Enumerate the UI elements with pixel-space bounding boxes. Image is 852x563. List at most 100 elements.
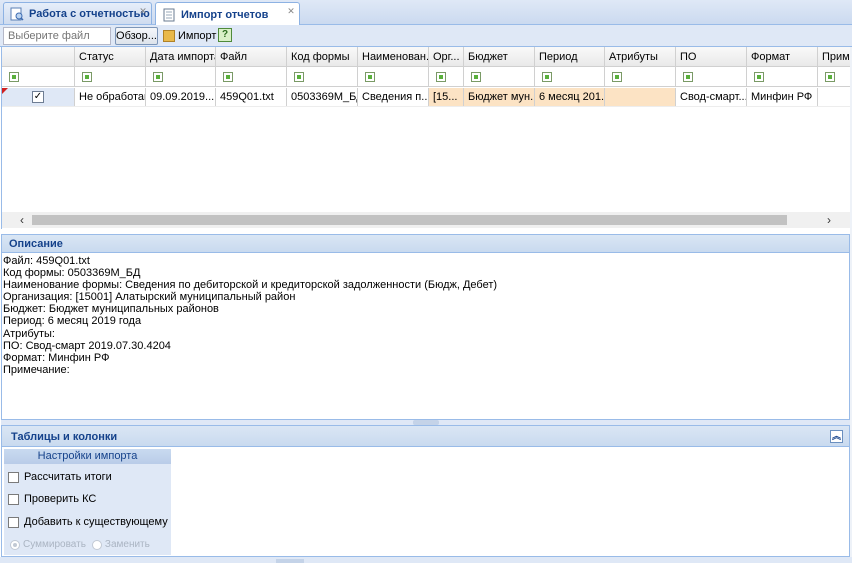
row-select-cell[interactable]: ✓ bbox=[2, 88, 75, 106]
filter-checkbox[interactable] bbox=[223, 72, 233, 82]
filter-checkbox[interactable] bbox=[294, 72, 304, 82]
filter-checkbox[interactable] bbox=[754, 72, 764, 82]
help-icon[interactable]: ? bbox=[218, 28, 232, 42]
filter-row bbox=[2, 67, 851, 87]
bottom-splitter[interactable] bbox=[0, 557, 852, 563]
cell-period[interactable]: 6 месяц 201... bbox=[535, 88, 605, 106]
cell-import-date: 09.09.2019... bbox=[146, 88, 216, 106]
description-header: Описание bbox=[1, 234, 850, 253]
cell-budget[interactable]: Бюджет мун... bbox=[464, 88, 535, 106]
filter-cell bbox=[2, 67, 75, 86]
filter-checkbox[interactable] bbox=[683, 72, 693, 82]
column-header-period[interactable]: Период bbox=[535, 47, 605, 66]
filter-cell bbox=[818, 67, 851, 86]
tab-import-reports[interactable]: Импорт отчетов ✕ bbox=[155, 2, 300, 26]
column-header-format[interactable]: Формат bbox=[747, 47, 818, 66]
cell-format: Минфин РФ bbox=[747, 88, 818, 106]
cell-software: Свод-смарт... bbox=[676, 88, 747, 106]
column-header-import-date[interactable]: Дата импорта bbox=[146, 47, 216, 66]
description-line-form-name: Наименование формы: Сведения по дебиторс… bbox=[3, 279, 498, 292]
reports-grid: Статус Дата импорта Файл Код формы Наиме… bbox=[1, 47, 851, 229]
table-row[interactable]: ✓ Не обработан 09.09.2019... 459Q01.txt … bbox=[2, 88, 851, 107]
browse-button[interactable]: Обзор... bbox=[115, 27, 158, 45]
collapse-icon[interactable]: ︽ bbox=[830, 430, 843, 443]
cell-note bbox=[818, 88, 851, 106]
tab-import-reports-label: Импорт отчетов bbox=[181, 8, 269, 21]
filter-checkbox[interactable] bbox=[825, 72, 835, 82]
import-settings: Настройки импорта Рассчитать итоги Прове… bbox=[4, 449, 171, 555]
scroll-right-icon[interactable]: › bbox=[821, 212, 837, 228]
import-button[interactable]: Импорт bbox=[163, 27, 216, 45]
filter-checkbox[interactable] bbox=[82, 72, 92, 82]
document-icon bbox=[162, 8, 176, 22]
scroll-left-icon[interactable]: ‹ bbox=[14, 212, 30, 228]
description-line-period: Период: 6 месяц 2019 года bbox=[3, 315, 142, 328]
filter-cell bbox=[216, 67, 287, 86]
filter-checkbox[interactable] bbox=[365, 72, 375, 82]
tables-columns-header[interactable]: Таблицы и колонки ︽ bbox=[1, 425, 850, 447]
cell-attributes[interactable] bbox=[605, 88, 676, 106]
tab-reporting-label: Работа с отчетностью bbox=[29, 7, 150, 20]
filter-cell bbox=[464, 67, 535, 86]
filter-cell bbox=[429, 67, 464, 86]
row-checkbox[interactable]: ✓ bbox=[32, 91, 44, 103]
import-settings-title: Настройки импорта bbox=[4, 449, 171, 464]
option-add-existing[interactable]: Добавить к существующему bbox=[8, 515, 168, 529]
cell-org[interactable]: [15... bbox=[429, 88, 464, 106]
filter-checkbox[interactable] bbox=[542, 72, 552, 82]
radio-sum[interactable] bbox=[10, 539, 20, 550]
filter-cell bbox=[287, 67, 358, 86]
filter-checkbox[interactable] bbox=[436, 72, 446, 82]
filter-checkbox[interactable] bbox=[153, 72, 163, 82]
column-header-org[interactable]: Орг... bbox=[429, 47, 464, 66]
column-header-status[interactable]: Статус bbox=[75, 47, 146, 66]
column-header-note[interactable]: Приме bbox=[818, 47, 851, 66]
cell-file: 459Q01.txt bbox=[216, 88, 287, 106]
modified-marker bbox=[2, 88, 8, 94]
tab-strip: Работа с отчетностью ✕ Импорт отчетов ✕ bbox=[0, 0, 852, 26]
description-line-file: Файл: 459Q01.txt bbox=[3, 255, 90, 267]
filter-checkbox[interactable] bbox=[471, 72, 481, 82]
option-label: Рассчитать итоги bbox=[24, 471, 112, 483]
tab-reporting[interactable]: Работа с отчетностью ✕ bbox=[3, 2, 152, 24]
toolbar: Обзор... Импорт ? bbox=[0, 25, 852, 47]
option-calc-totals[interactable]: Рассчитать итоги bbox=[8, 470, 112, 484]
column-header-software[interactable]: ПО bbox=[676, 47, 747, 66]
description-line-software: ПО: Свод-смарт 2019.07.30.4204 bbox=[3, 339, 171, 352]
description-line-form-code: Код формы: 0503369М_БД bbox=[3, 267, 141, 280]
filter-cell bbox=[676, 67, 747, 86]
tables-columns-body: Настройки импорта Рассчитать итоги Прове… bbox=[1, 447, 850, 557]
file-path-input[interactable] bbox=[3, 27, 111, 45]
column-header-select[interactable] bbox=[2, 47, 75, 66]
option-label: Добавить к существующему bbox=[24, 516, 168, 528]
option-check-ks[interactable]: Проверить КС bbox=[8, 492, 96, 506]
radio-replace[interactable] bbox=[91, 539, 102, 550]
description-line-format: Формат: Минфин РФ bbox=[3, 351, 110, 364]
radio-replace-label: Заменить bbox=[104, 539, 150, 550]
close-icon[interactable]: ✕ bbox=[286, 6, 296, 16]
description-body: Файл: 459Q01.txt Код формы: 0503369М_БД … bbox=[1, 253, 850, 419]
column-header-attributes[interactable]: Атрибуты bbox=[605, 47, 676, 66]
column-header-form-code[interactable]: Код формы bbox=[287, 47, 358, 66]
checkbox[interactable] bbox=[8, 516, 19, 528]
filter-cell bbox=[75, 67, 146, 86]
column-header-budget[interactable]: Бюджет bbox=[464, 47, 535, 66]
horizontal-scrollbar[interactable]: ‹ › bbox=[2, 212, 851, 228]
filter-cell bbox=[146, 67, 216, 86]
filter-checkbox[interactable] bbox=[9, 72, 19, 82]
checkbox[interactable] bbox=[8, 493, 19, 505]
filter-checkbox[interactable] bbox=[612, 72, 622, 82]
cell-form-code: 0503369М_БД bbox=[287, 88, 358, 106]
column-header-name[interactable]: Наименован... bbox=[358, 47, 429, 66]
description-line-budget: Бюджет: Бюджет муниципальных районов bbox=[3, 303, 219, 316]
merge-mode-radios: Суммировать Заменить bbox=[10, 539, 150, 550]
description-line-organization: Организация: [15001] Алатырский муниципа… bbox=[3, 291, 296, 304]
scrollbar-thumb[interactable] bbox=[32, 215, 787, 225]
column-header-file[interactable]: Файл bbox=[216, 47, 287, 66]
checkbox[interactable] bbox=[8, 471, 19, 483]
cell-name: Сведения п... bbox=[358, 88, 429, 106]
close-icon[interactable]: ✕ bbox=[138, 6, 148, 16]
splitter-handle[interactable] bbox=[276, 559, 304, 563]
option-label: Проверить КС bbox=[24, 493, 97, 505]
radio-sum-label: Суммировать bbox=[23, 539, 86, 550]
